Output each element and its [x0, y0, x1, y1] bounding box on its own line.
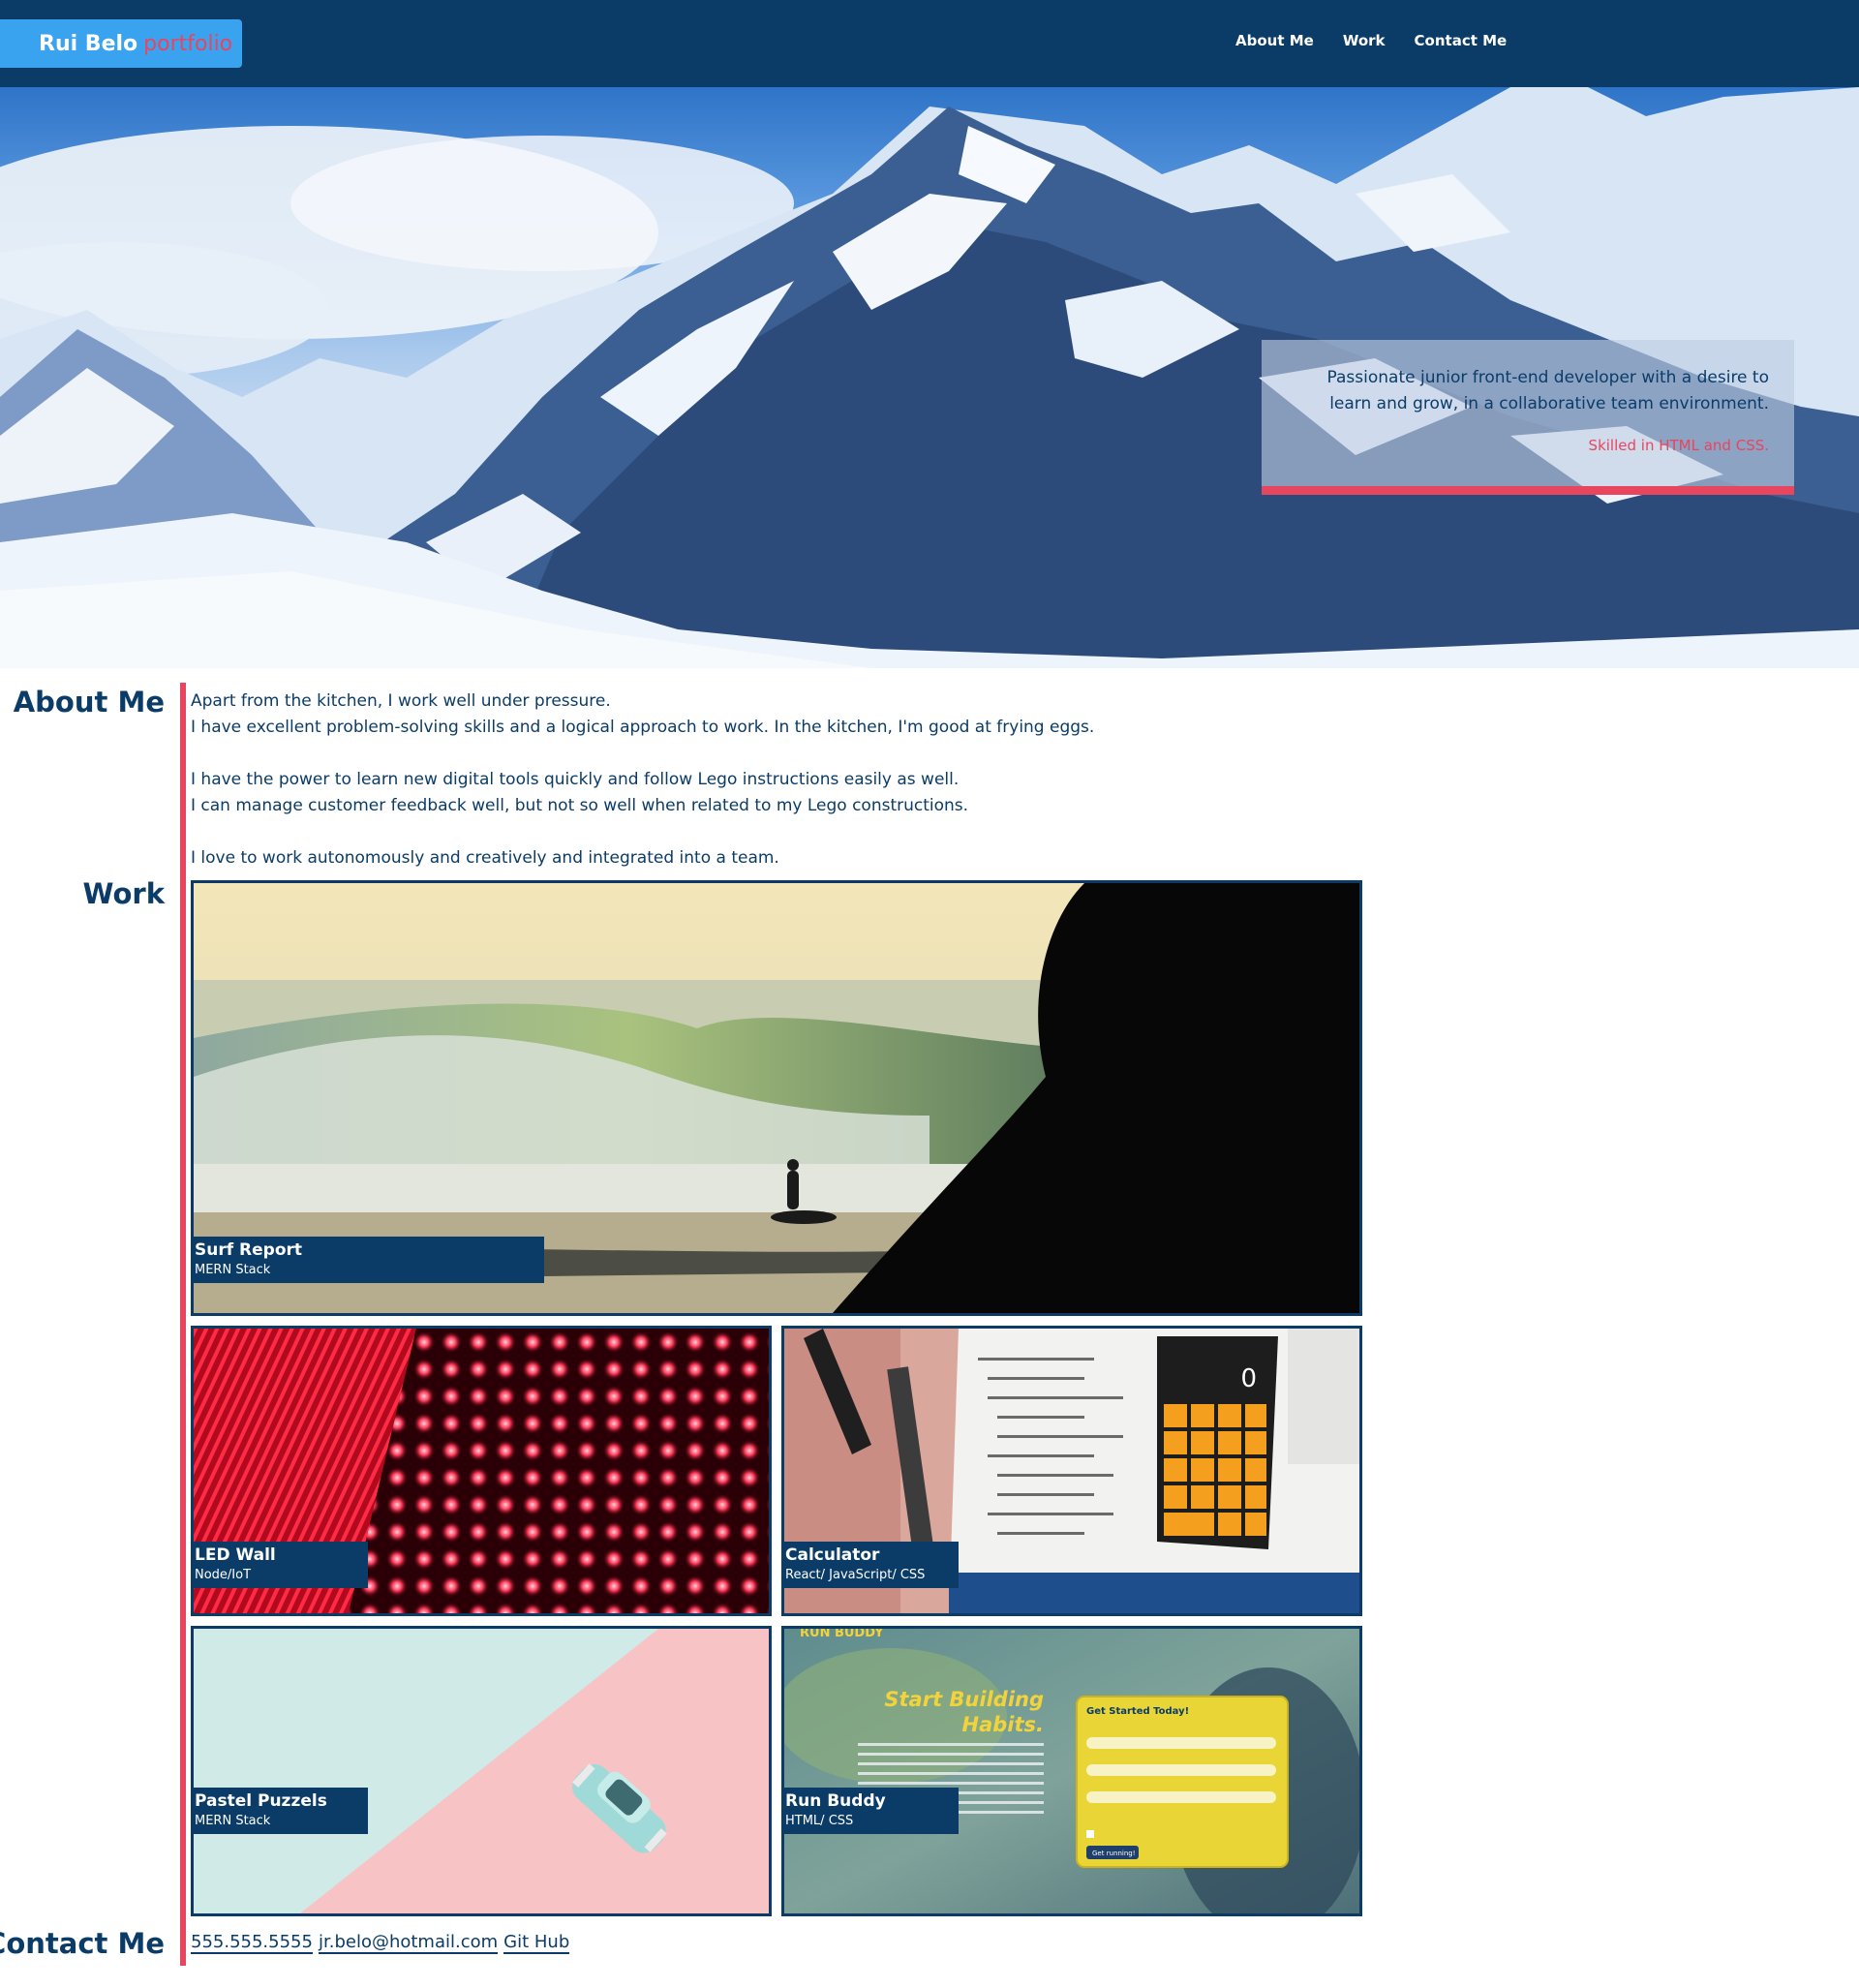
project-title: Pastel Puzzels	[195, 1791, 327, 1811]
run-buddy-headline-1: Start Building	[884, 1688, 1044, 1711]
project-stack: Node/IoT	[195, 1568, 252, 1582]
run-buddy-form-button: Get running!	[1092, 1850, 1136, 1857]
project-label: LED Wall Node/IoT	[194, 1542, 368, 1588]
project-title: Surf Report	[195, 1240, 303, 1260]
about-line: I can manage customer feedback well, but…	[191, 796, 969, 815]
project-card-pastel-puzzels[interactable]: Pastel Puzzels MERN Stack	[191, 1626, 772, 1916]
nav-link-contact-me[interactable]: Contact Me	[1415, 32, 1508, 49]
brand-name: Rui Belo	[39, 31, 138, 56]
project-label: Calculator React/ JavaScript/ CSS	[784, 1542, 959, 1588]
project-card-led-wall[interactable]: LED Wall Node/IoT	[191, 1326, 772, 1616]
project-title: LED Wall	[195, 1545, 276, 1565]
main-nav: About Me Work Contact Me	[1235, 32, 1507, 49]
project-label: Pastel Puzzels MERN Stack	[194, 1788, 368, 1834]
contact-email-link[interactable]: jr.belo@hotmail.com	[318, 1932, 499, 1954]
about-me-heading: About Me	[13, 686, 165, 719]
project-stack: HTML/ CSS	[785, 1814, 854, 1828]
nav-link-about-me[interactable]: About Me	[1235, 32, 1314, 49]
project-card-run-buddy[interactable]: RUN BUDDY Start Building Habits. Get Sta…	[781, 1626, 1362, 1916]
project-title: Calculator	[785, 1545, 880, 1565]
hero-intro-card: Passionate junior front-end developer wi…	[1262, 340, 1794, 495]
about-line: Apart from the kitchen, I work well unde…	[191, 691, 611, 711]
contact-phone-link[interactable]: 555.555.5555	[191, 1932, 313, 1954]
run-buddy-logo: RUN BUDDY	[800, 1629, 884, 1640]
contact-me-heading: Contact Me	[0, 1927, 165, 1960]
about-paragraph: I love to work autonomously and creative…	[191, 845, 1159, 872]
run-buddy-screenshot: RUN BUDDY Start Building Habits. Get Sta…	[784, 1629, 1359, 1913]
hero-banner: Passionate junior front-end developer wi…	[0, 87, 1859, 668]
brand-logo[interactable]: Rui Belo portfolio	[0, 19, 242, 68]
hero-skills: Skilled in HTML and CSS.	[1588, 437, 1769, 454]
contact-links: 555.555.5555 jr.belo@hotmail.com Git Hub	[191, 1932, 570, 1954]
about-me-text: Apart from the kitchen, I work well unde…	[191, 688, 1159, 872]
about-paragraph: Apart from the kitchen, I work well unde…	[191, 688, 1159, 741]
project-title: Run Buddy	[785, 1791, 886, 1811]
project-card-calculator[interactable]: 0 Calculator React/ JavaScript/ CSS	[781, 1326, 1362, 1616]
about-line: I love to work autonomously and creative…	[191, 848, 779, 868]
project-label: Surf Report MERN Stack	[194, 1237, 544, 1283]
about-paragraph: I have the power to learn new digital to…	[191, 767, 1159, 819]
contact-github-link[interactable]: Git Hub	[503, 1932, 570, 1954]
hero-tagline: Passionate junior front-end developer wi…	[1326, 368, 1769, 413]
run-buddy-headline-2: Habits.	[962, 1713, 1045, 1736]
about-line: I have the power to learn new digital to…	[191, 770, 960, 789]
project-label: Run Buddy HTML/ CSS	[784, 1788, 959, 1834]
run-buddy-form-title: Get Started Today!	[1086, 1706, 1189, 1717]
brand-tag: portfolio	[143, 31, 233, 56]
about-line: I have excellent problem-solving skills …	[191, 718, 1095, 737]
project-stack: React/ JavaScript/ CSS	[785, 1568, 926, 1582]
pastel-car-photo	[194, 1629, 769, 1913]
calculator-display: 0	[1240, 1364, 1257, 1393]
work-heading: Work	[82, 877, 165, 910]
project-stack: MERN Stack	[195, 1263, 271, 1277]
project-stack: MERN Stack	[195, 1814, 271, 1828]
section-divider-line	[180, 683, 186, 1966]
project-card-surf-report[interactable]: Surf Report MERN Stack	[191, 880, 1362, 1316]
nav-link-work[interactable]: Work	[1343, 32, 1386, 49]
top-navbar: Rui Belo portfolio About Me Work Contact…	[0, 0, 1859, 87]
